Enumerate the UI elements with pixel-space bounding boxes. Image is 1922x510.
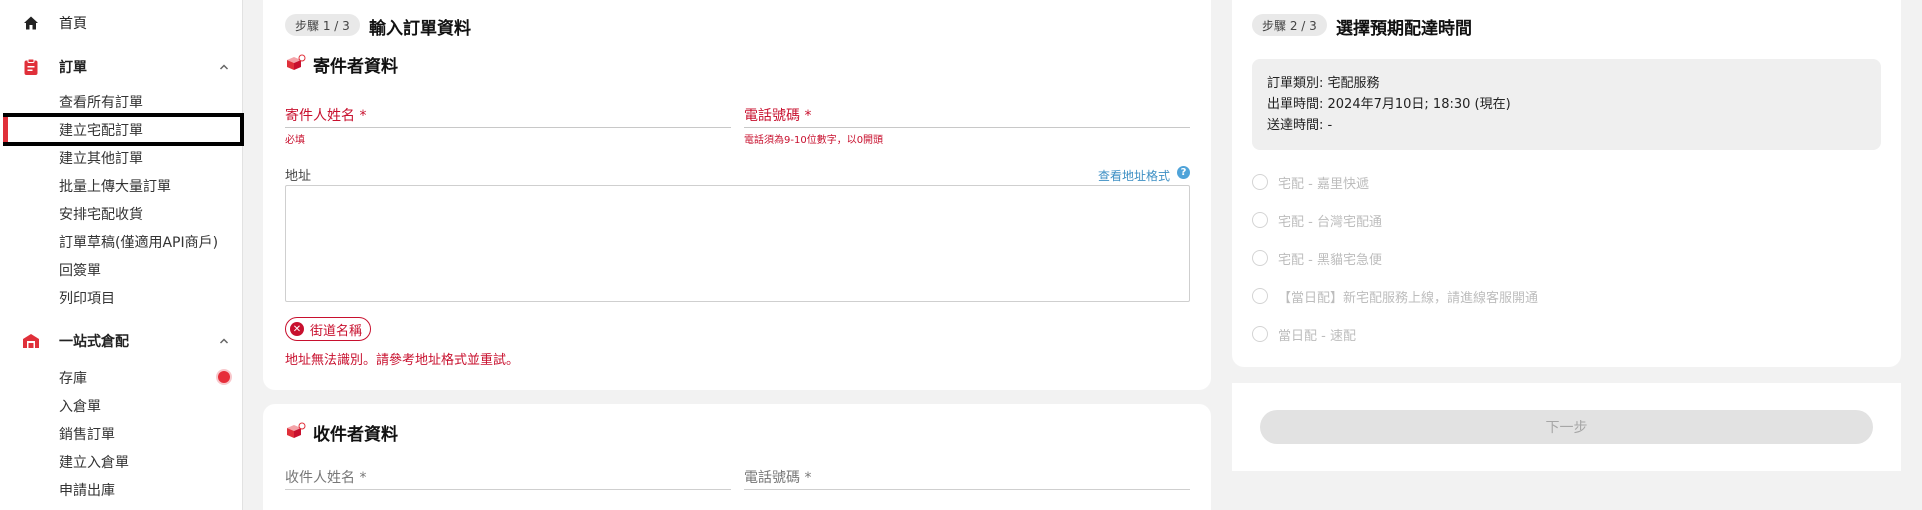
active-indicator — [3, 117, 8, 142]
sidebar-group-orders[interactable]: 訂單 — [0, 54, 243, 80]
street-name-chip[interactable]: ✕ 街道名稱 — [285, 317, 372, 341]
section-title: 寄件者資料 — [313, 57, 398, 77]
option-label: 宅配 - 黑貓宅急便 — [1278, 252, 1382, 268]
radio-button[interactable] — [1252, 174, 1268, 190]
chevron-up-icon[interactable] — [219, 336, 229, 346]
next-button[interactable]: 下一步 — [1260, 410, 1873, 444]
sidebar-item-all-orders[interactable]: 查看所有訂單 — [59, 92, 143, 112]
radio-button[interactable] — [1252, 250, 1268, 266]
sidebar-item-inventory[interactable]: 存庫 — [59, 368, 87, 388]
notification-dot — [218, 371, 230, 383]
sidebar-item-schedule-pickup[interactable]: 安排宅配收貨 — [59, 204, 143, 224]
ship-time: 出單時間: 2024年7月10日; 18:30 (現在) — [1267, 97, 1511, 112]
box-icon — [287, 54, 306, 70]
address-format-link[interactable]: 查看地址格式 — [1098, 167, 1170, 184]
sidebar-item-label: 首頁 — [59, 16, 87, 32]
sender-name-label: 寄件人姓名 * — [285, 108, 367, 124]
receiver-card: 收件者資料 收件人姓名 * 電話號碼 * — [263, 404, 1211, 510]
receiver-name-label: 收件人姓名 * — [285, 470, 367, 486]
sidebar-item-inbound[interactable]: 入倉單 — [59, 396, 101, 416]
sidebar-item-home[interactable]: 首頁 — [0, 10, 243, 36]
help-icon[interactable]: ? — [1177, 166, 1190, 179]
section-title: 收件者資料 — [313, 425, 398, 445]
receiver-phone-input[interactable] — [744, 489, 1190, 490]
error-circle-icon: ✕ — [290, 322, 304, 336]
receiver-name-input[interactable] — [285, 489, 731, 490]
sidebar-item-create-inbound[interactable]: 建立入倉單 — [59, 452, 129, 472]
sender-name-helper: 必填 — [285, 135, 305, 146]
option-label: 當日配 - 速配 — [1278, 328, 1356, 344]
step-pill: 步驟 1 / 3 — [285, 14, 360, 36]
sidebar-item-create-delivery-order[interactable]: 建立宅配訂單 — [59, 120, 143, 140]
chip-label: 街道名稱 — [310, 323, 363, 339]
step-title: 輸入訂單資料 — [369, 19, 471, 39]
sidebar-item-create-other-order[interactable]: 建立其他訂單 — [59, 148, 143, 168]
address-textarea[interactable] — [285, 185, 1190, 302]
next-panel: 下一步 — [1232, 383, 1901, 471]
receiver-phone-label: 電話號碼 * — [744, 470, 812, 486]
sidebar-item-return-receipts[interactable]: 回簽單 — [59, 260, 101, 280]
box-icon — [287, 422, 306, 438]
sender-phone-label: 電話號碼 * — [744, 108, 812, 124]
home-icon — [22, 14, 40, 32]
step-title: 選擇預期配達時間 — [1336, 19, 1472, 39]
sidebar-group-label: 訂單 — [59, 60, 87, 76]
sender-name-input[interactable] — [285, 127, 731, 128]
radio-button[interactable] — [1252, 288, 1268, 304]
step-pill: 步驟 2 / 3 — [1252, 14, 1327, 36]
sender-card: 步驟 1 / 3 輸入訂單資料 寄件者資料 寄件人姓名 * 必填 電話號碼 * … — [263, 0, 1211, 390]
delivery-option[interactable]: 宅配 - 黑貓宅急便 — [1252, 248, 1382, 268]
sidebar-group-label: 一站式倉配 — [59, 334, 129, 350]
sender-phone-helper: 電話須為9-10位數字，以0開頭 — [744, 135, 884, 146]
delivery-option[interactable]: 【當日配】新宅配服務上線，請進線客服開通 — [1252, 286, 1538, 306]
clipboard-icon — [22, 58, 40, 76]
sidebar-group-warehouse[interactable]: 一站式倉配 — [0, 328, 243, 354]
sidebar-item-order-drafts[interactable]: 訂單草稿(僅適用API商戶) — [59, 232, 218, 252]
address-label: 地址 — [285, 169, 312, 184]
delivery-time: 送達時間: - — [1267, 118, 1333, 133]
option-label: 【當日配】新宅配服務上線，請進線客服開通 — [1278, 290, 1539, 306]
order-type: 訂單類別: 宅配服務 — [1267, 76, 1380, 91]
delivery-option[interactable]: 宅配 - 台灣宅配通 — [1252, 210, 1382, 230]
sidebar-item-request-outbound[interactable]: 申請出庫 — [59, 480, 115, 500]
sender-phone-input[interactable] — [744, 127, 1190, 128]
radio-button[interactable] — [1252, 326, 1268, 342]
chevron-up-icon[interactable] — [219, 62, 229, 72]
sidebar-item-bulk-upload[interactable]: 批量上傳大量訂單 — [59, 176, 171, 196]
delivery-time-card: 步驟 2 / 3 選擇預期配達時間 訂單類別: 宅配服務 出單時間: 2024年… — [1232, 0, 1901, 367]
option-label: 宅配 - 嘉里快遞 — [1278, 176, 1369, 192]
sidebar-item-print[interactable]: 列印項目 — [59, 288, 115, 308]
option-label: 宅配 - 台灣宅配通 — [1278, 214, 1382, 230]
delivery-option[interactable]: 宅配 - 嘉里快遞 — [1252, 172, 1369, 192]
address-error-message: 地址無法識別。請參考地址格式並重試。 — [285, 353, 520, 368]
radio-button[interactable] — [1252, 212, 1268, 228]
sidebar-item-sales-orders[interactable]: 銷售訂單 — [59, 424, 115, 444]
warehouse-icon — [22, 332, 40, 350]
sidebar: 首頁 訂單 查看所有訂單 建立宅配訂單 建立其他訂單 批量上傳大量訂單 安排宅配… — [0, 0, 244, 510]
delivery-option[interactable]: 當日配 - 速配 — [1252, 324, 1356, 344]
order-summary: 訂單類別: 宅配服務 出單時間: 2024年7月10日; 18:30 (現在) … — [1252, 59, 1881, 150]
